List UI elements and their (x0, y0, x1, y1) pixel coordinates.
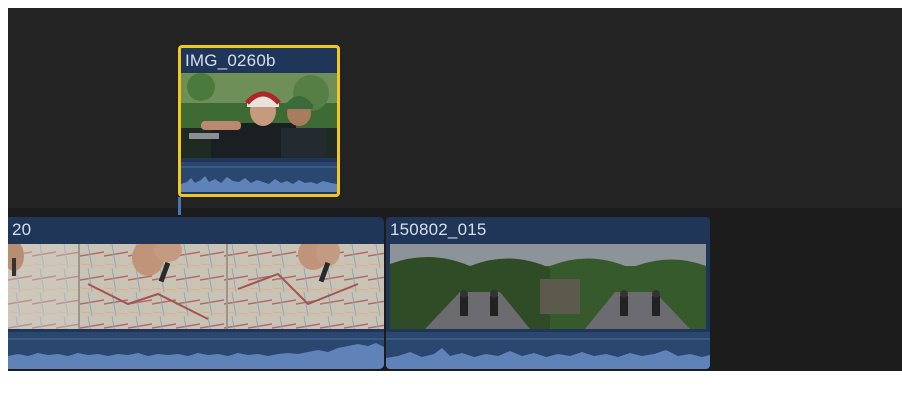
thumbnail-road-riders (390, 244, 706, 329)
clip-connector (178, 197, 181, 215)
storyline-clip-road[interactable]: 150802_015 (386, 217, 710, 369)
clip-title: IMG_0260b (185, 51, 276, 70)
timeline[interactable]: IMG_0260b 20 150802_015 (8, 8, 902, 371)
clip-filmstrip (390, 244, 706, 329)
clip-title: 20 (12, 220, 32, 239)
connected-lane (8, 8, 902, 208)
audio-waveform (8, 332, 384, 369)
clip-title: 150802_015 (390, 220, 487, 239)
audio-waveform (181, 162, 337, 192)
clip-filmstrip (181, 73, 337, 158)
thumbnail-riders-closeup (181, 73, 337, 158)
thumbnail-map-frames (8, 244, 384, 329)
audio-waveform (386, 332, 710, 369)
storyline-clip-map[interactable]: 20 (8, 217, 384, 369)
connected-clip[interactable]: IMG_0260b (178, 45, 340, 197)
clip-filmstrip (8, 244, 384, 329)
